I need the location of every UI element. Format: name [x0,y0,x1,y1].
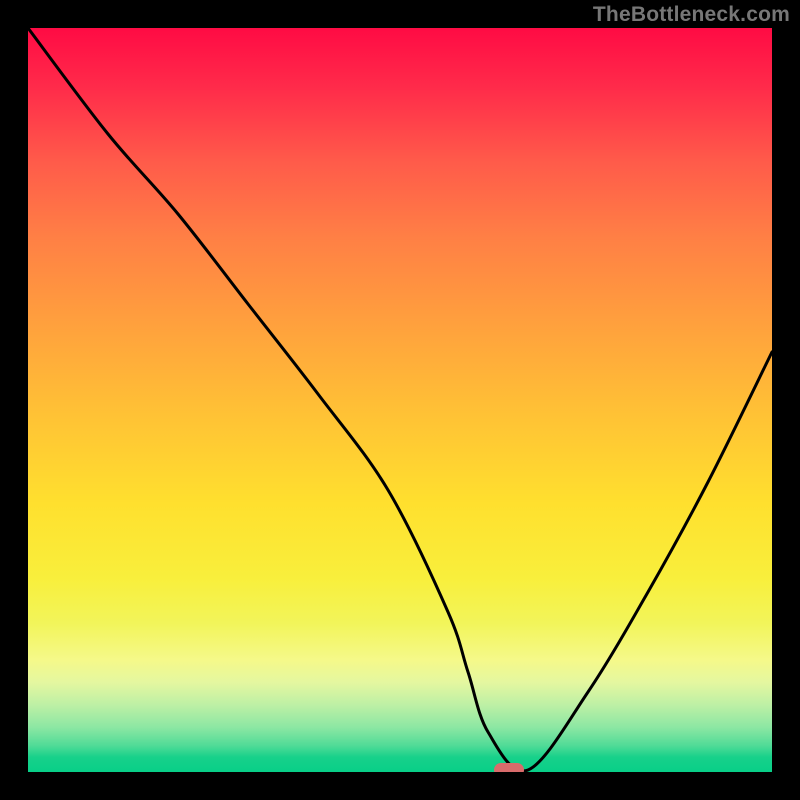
plot-area [28,28,772,772]
optimal-point-marker [494,763,524,772]
watermark-text: TheBottleneck.com [593,3,790,27]
figure: TheBottleneck.com [0,0,800,800]
bottleneck-curve [28,28,772,771]
curve-layer [28,28,772,772]
